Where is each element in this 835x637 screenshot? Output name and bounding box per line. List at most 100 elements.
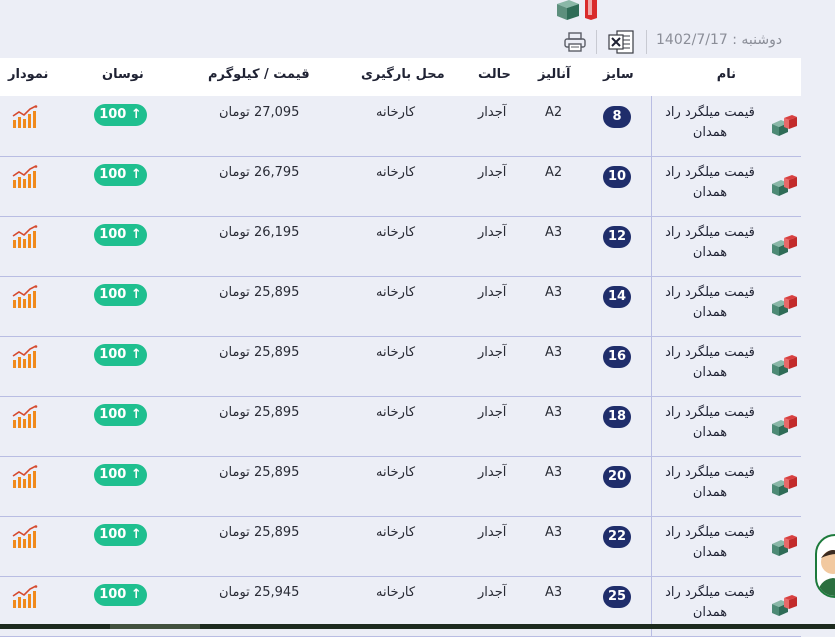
support-avatar-icon [817,550,835,596]
change-badge: 100 ↑ [94,164,147,186]
change-badge: 100 ↑ [94,464,147,486]
table-header: نام سایز آنالیز حالت محل بارگیری قیمت / … [0,58,801,96]
product-name[interactable]: قیمت میلگرد راد همدان [660,463,760,503]
product-icon [768,534,798,560]
state-value: آجدار [478,285,507,300]
state-value: آجدار [478,585,507,600]
column-header-state: حالت [478,67,511,82]
change-badge: 100 ↑ [94,584,147,606]
state-value: آجدار [478,525,507,540]
state-value: آجدار [478,465,507,480]
price-value: 25,945 تومان [219,585,300,600]
analysis-value: A3 [545,405,563,420]
loading-place-value: کارخانه [376,105,416,120]
taskbar-item[interactable] [110,624,200,629]
chart-icon[interactable] [11,225,39,249]
product-name[interactable]: قیمت میلگرد راد همدان [660,343,760,383]
price-value: 25,895 تومان [219,345,300,360]
product-name[interactable]: قیمت میلگرد راد همدان [660,223,760,263]
product-icon [768,174,798,200]
change-badge: 100 ↑ [94,104,147,126]
product-name[interactable]: قیمت میلگرد راد همدان [660,583,760,623]
excel-icon[interactable] [608,30,634,54]
price-value: 25,895 تومان [219,285,300,300]
analysis-value: A3 [545,465,563,480]
price-value: 25,895 تومان [219,465,300,480]
size-badge: 14 [603,286,631,308]
price-value: 26,795 تومان [219,165,300,180]
analysis-value: A3 [545,225,563,240]
size-badge: 12 [603,226,631,248]
loading-place-value: کارخانه [376,585,416,600]
product-icon [768,294,798,320]
size-badge: 16 [603,346,631,368]
product-name-cell: قیمت میلگرد راد همدان [651,336,802,396]
product-icon [768,354,798,380]
loading-place-value: کارخانه [376,345,416,360]
size-badge: 25 [603,586,631,608]
price-value: 25,895 تومان [219,405,300,420]
analysis-value: A3 [545,345,563,360]
divider [646,30,647,54]
product-name-cell: قیمت میلگرد راد همدان [651,516,802,576]
analysis-value: A3 [545,285,563,300]
state-value: آجدار [478,405,507,420]
product-name-cell: قیمت میلگرد راد همدان [651,396,802,456]
column-header-chart: نمودار [8,67,49,82]
price-value: 27,095 تومان [219,105,300,120]
product-name[interactable]: قیمت میلگرد راد همدان [660,523,760,563]
size-badge: 10 [603,166,631,188]
table-row: قیمت میلگرد راد همدان 16 A3 آجدار کارخانه 25,… [0,336,801,397]
product-name-cell: قیمت میلگرد راد همدان [651,96,802,156]
product-name[interactable]: قیمت میلگرد راد همدان [660,103,760,143]
analysis-value: A3 [545,585,563,600]
table-row: قیمت میلگرد راد همدان 10 A2 آجدار کارخانه 26,… [0,156,801,217]
chart-icon[interactable] [11,165,39,189]
column-header-price: قیمت / کیلوگرم [208,67,310,82]
chart-icon[interactable] [11,345,39,369]
analysis-value: A2 [545,165,563,180]
state-value: آجدار [478,105,507,120]
column-header-place: محل بارگیری [361,67,445,82]
chart-icon[interactable] [11,525,39,549]
table-row: قیمت میلگرد راد همدان 18 A3 آجدار کارخانه 25,… [0,396,801,457]
product-icon [768,474,798,500]
product-icon [768,114,798,140]
chart-icon[interactable] [11,285,39,309]
product-icon [768,414,798,440]
size-badge: 8 [603,106,631,128]
product-name-cell: قیمت میلگرد راد همدان [651,276,802,336]
change-badge: 100 ↑ [94,344,147,366]
change-badge: 100 ↑ [94,524,147,546]
chart-icon[interactable] [11,465,39,489]
product-name[interactable]: قیمت میلگرد راد همدان [660,163,760,203]
column-header-change: نوسان [102,67,144,82]
chart-icon[interactable] [11,585,39,609]
printer-icon[interactable] [564,32,586,52]
size-badge: 18 [603,406,631,428]
price-value: 25,895 تومان [219,525,300,540]
product-name-cell: قیمت میلگرد راد همدان [651,156,802,216]
product-name-cell: قیمت میلگرد راد همدان [651,456,802,516]
loading-place-value: کارخانه [376,285,416,300]
loading-place-value: کارخانه [376,525,416,540]
state-value: آجدار [478,165,507,180]
product-icon [768,594,798,620]
table-row: قیمت میلگرد راد همدان 22 A3 آجدار کارخانه 25,… [0,516,801,577]
support-avatar[interactable] [815,534,835,598]
chart-icon[interactable] [11,405,39,429]
chart-icon[interactable] [11,105,39,129]
change-badge: 100 ↑ [94,404,147,426]
column-header-size: سایز [603,67,634,82]
date-label: دوشنبه : 1402/7/17 [656,32,783,48]
analysis-value: A3 [545,525,563,540]
product-name[interactable]: قیمت میلگرد راد همدان [660,403,760,443]
table-row: قیمت میلگرد راد همدان 8 A2 آجدار کارخانه 27,0… [0,96,801,157]
divider [596,30,597,54]
column-header-analysis: آنالیز [538,67,571,82]
product-name[interactable]: قیمت میلگرد راد همدان [660,283,760,323]
loading-place-value: کارخانه [376,165,416,180]
size-badge: 22 [603,526,631,548]
loading-place-value: کارخانه [376,465,416,480]
change-badge: 100 ↑ [94,224,147,246]
